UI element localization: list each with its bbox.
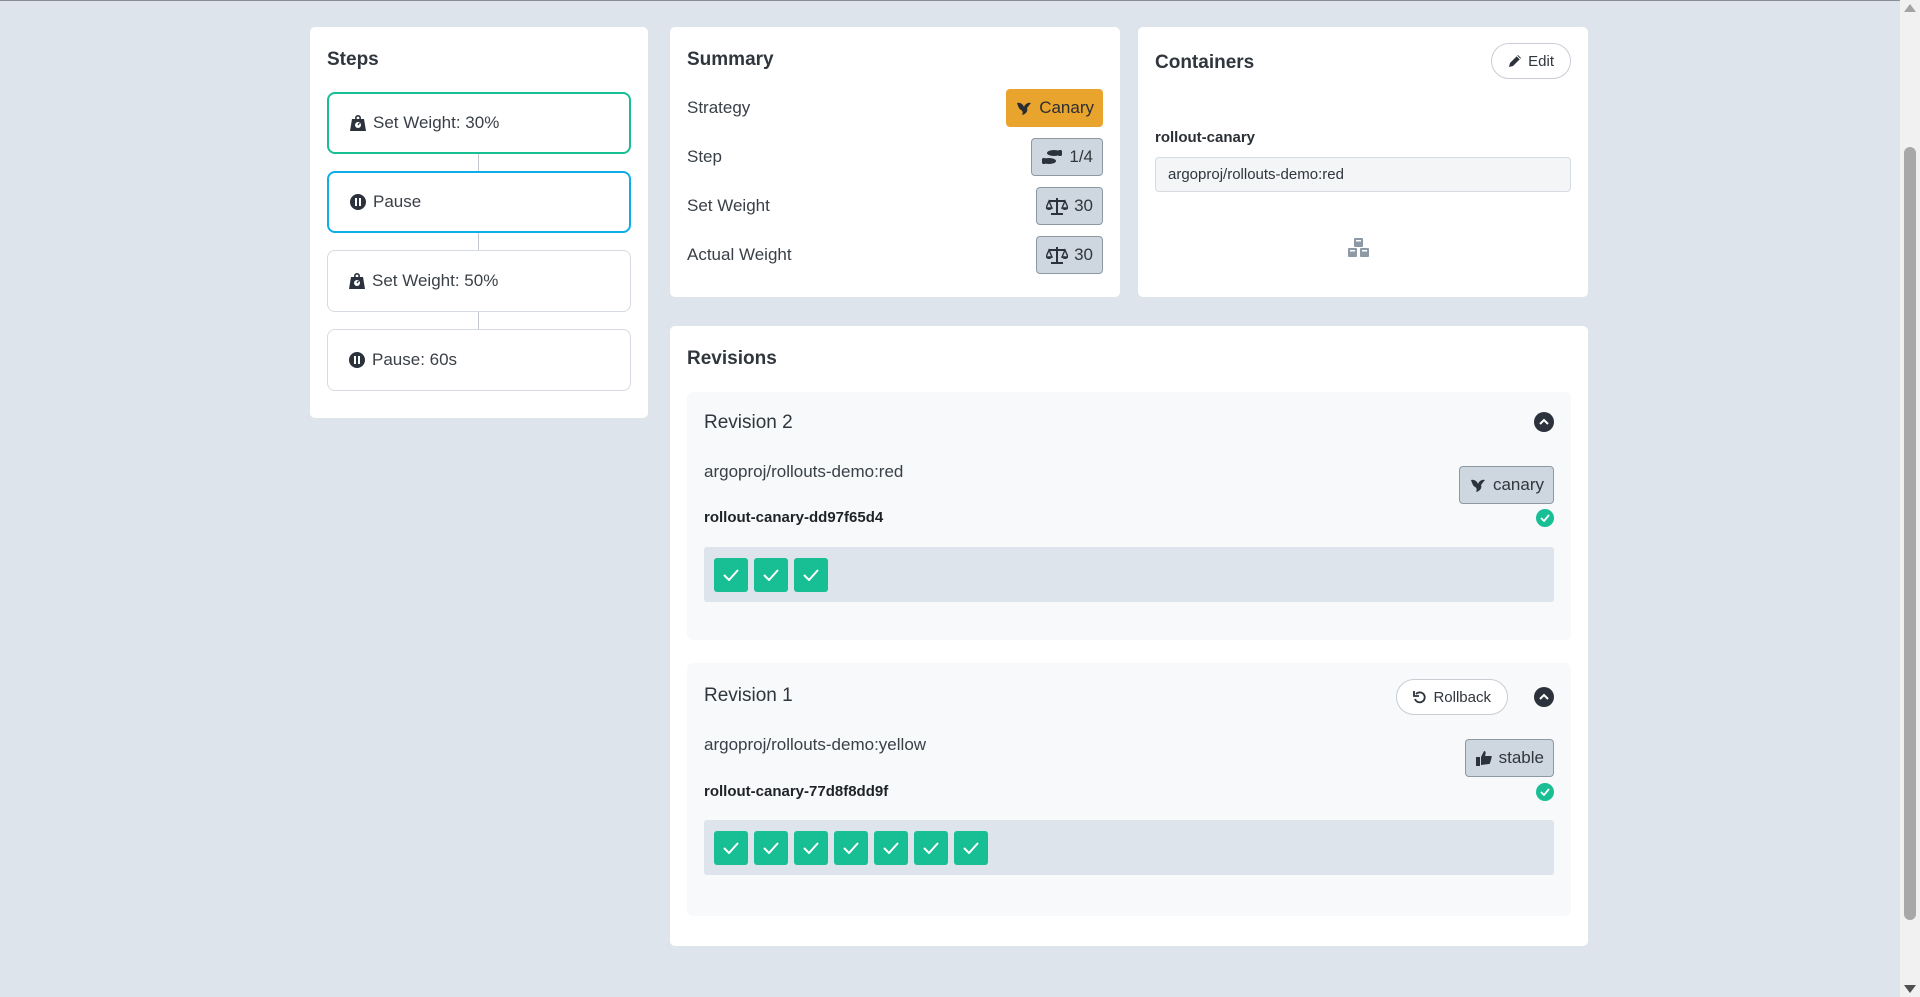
step-value: 1/4: [1069, 147, 1093, 166]
actual-weight-value: 30: [1074, 245, 1093, 264]
summary-title: Summary: [687, 49, 774, 70]
summary-label: Set Weight: [687, 196, 770, 215]
healthy-check-icon: [1536, 783, 1554, 801]
top-border: [0, 0, 1900, 1]
shoe-prints-icon: [1042, 150, 1063, 164]
container-name: rollout-canary: [1155, 129, 1256, 146]
stable-badge: stable: [1464, 739, 1554, 777]
summary-row-strategy: Strategy Canary: [687, 88, 1103, 128]
pod-status[interactable]: [914, 830, 948, 865]
set-weight-badge: 30: [1036, 187, 1103, 225]
thumbs-up-icon: [1475, 751, 1492, 766]
replicaset-name[interactable]: rollout-canary-77d8f8dd9f: [704, 783, 888, 800]
check-icon: [723, 568, 739, 581]
revision-card: Revision 2 argoproj/rollouts-demo:red ca…: [687, 392, 1571, 640]
summary-row-actual-weight: Actual Weight 30: [687, 235, 1103, 275]
badge-label: stable: [1498, 748, 1544, 767]
step-pause-60s[interactable]: Pause: 60s: [327, 329, 631, 391]
summary-panel: Summary Strategy Canary Step 1/4 Set Wei…: [670, 27, 1120, 297]
pod-status[interactable]: [714, 557, 748, 592]
scrollbar-thumb[interactable]: [1904, 147, 1916, 920]
check-icon: [923, 841, 939, 854]
pause-icon: [348, 351, 366, 369]
pod-status[interactable]: [754, 830, 788, 865]
chevron-up-icon: [1539, 418, 1549, 425]
revisions-title: Revisions: [687, 348, 777, 369]
step-set-weight-30[interactable]: Set Weight: 30%: [327, 92, 631, 154]
summary-row-step: Step 1/4: [687, 137, 1103, 177]
revision-card: Revision 1 Rollback argoproj/rollouts-de…: [687, 663, 1571, 916]
canary-badge: canary: [1458, 466, 1554, 504]
check-icon: [763, 841, 779, 854]
cubes-icon: [1346, 237, 1372, 264]
scrollbar[interactable]: [1900, 0, 1920, 997]
check-icon: [883, 841, 899, 854]
check-icon: [843, 841, 859, 854]
step-connector: [478, 233, 479, 250]
step-label: Set Weight: 50%: [372, 271, 499, 290]
check-icon: [963, 841, 979, 854]
step-connector: [478, 154, 479, 171]
container-image-input[interactable]: [1155, 157, 1571, 192]
revision-title: Revision 1: [704, 685, 793, 706]
check-icon: [803, 841, 819, 854]
rollback-label: Rollback: [1433, 688, 1491, 706]
revisions-panel: Revisions Revision 2 argoproj/rollouts-d…: [670, 326, 1588, 946]
summary-label: Step: [687, 147, 722, 166]
set-weight-value: 30: [1074, 196, 1093, 215]
weight-icon: [349, 114, 367, 132]
pod-status[interactable]: [794, 557, 828, 592]
canary-bird-icon: [1017, 102, 1032, 115]
summary-label: Strategy: [687, 98, 751, 117]
summary-label: Actual Weight: [687, 245, 792, 264]
containers-panel: Containers Edit rollout-canary: [1138, 27, 1588, 297]
check-icon: [763, 568, 779, 581]
step-pause[interactable]: Pause: [327, 171, 631, 233]
chevron-up-icon: [1539, 693, 1549, 700]
pause-icon: [349, 193, 367, 211]
pod-status[interactable]: [874, 830, 908, 865]
steps-panel: Steps Set Weight: 30% Pause Set Weight: …: [310, 27, 648, 418]
pods-strip: [704, 820, 1554, 875]
badge-label: canary: [1492, 475, 1544, 494]
balance-scale-icon: [1046, 247, 1069, 264]
pod-status[interactable]: [954, 830, 988, 865]
steps-title: Steps: [327, 49, 379, 70]
pod-status[interactable]: [834, 830, 868, 865]
step-label: Set Weight: 30%: [373, 113, 500, 132]
replicaset-name[interactable]: rollout-canary-dd97f65d4: [704, 509, 883, 526]
strategy-badge: Canary: [1006, 89, 1103, 127]
pods-strip: [704, 547, 1554, 602]
pencil-icon: [1509, 55, 1522, 67]
step-label: Pause: [373, 192, 422, 211]
rollback-button[interactable]: Rollback: [1396, 679, 1508, 715]
scroll-up-arrow-icon[interactable]: [1904, 4, 1916, 12]
collapse-button[interactable]: [1534, 687, 1554, 707]
balance-scale-icon: [1046, 198, 1069, 215]
scroll-down-arrow-icon[interactable]: [1904, 985, 1916, 993]
check-icon: [723, 841, 739, 854]
healthy-check-icon: [1536, 509, 1554, 527]
canary-bird-icon: [1470, 479, 1485, 492]
pod-status[interactable]: [794, 830, 828, 865]
pod-status[interactable]: [714, 830, 748, 865]
edit-label: Edit: [1528, 52, 1554, 70]
step-badge: 1/4: [1031, 138, 1103, 176]
strategy-value: Canary: [1039, 98, 1094, 117]
check-icon: [803, 568, 819, 581]
weight-icon: [348, 272, 366, 290]
revision-image: argoproj/rollouts-demo:red: [704, 462, 904, 481]
undo-icon: [1413, 691, 1427, 704]
step-set-weight-50[interactable]: Set Weight: 50%: [327, 250, 631, 312]
edit-button[interactable]: Edit: [1491, 43, 1571, 79]
collapse-button[interactable]: [1534, 412, 1554, 432]
step-label: Pause: 60s: [372, 350, 458, 369]
revision-image: argoproj/rollouts-demo:yellow: [704, 735, 927, 754]
pod-status[interactable]: [754, 557, 788, 592]
actual-weight-badge: 30: [1036, 236, 1103, 274]
step-connector: [478, 312, 479, 329]
revision-title: Revision 2: [704, 412, 793, 433]
summary-row-set-weight: Set Weight 30: [687, 186, 1103, 226]
